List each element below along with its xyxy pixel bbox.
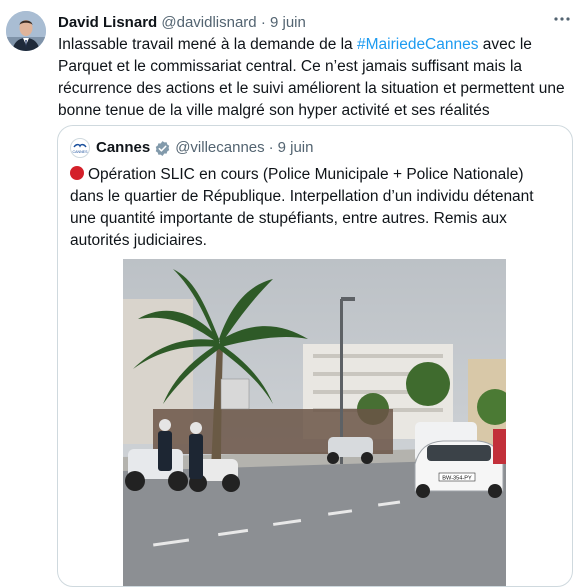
license-plate: BW-354-PY (442, 476, 472, 482)
cannes-logo-icon: CANNES (70, 138, 90, 158)
quoted-avatar[interactable]: CANNES (70, 138, 90, 158)
quoted-header: CANNES Cannes @villecannes · 9 juin (70, 137, 313, 159)
quoted-tweet-photo[interactable]: BW-354-PY (123, 259, 506, 586)
verified-badge-icon[interactable] (154, 140, 171, 157)
quoted-handle[interactable]: @villecannes (175, 137, 264, 159)
author-name[interactable]: David Lisnard (58, 14, 157, 31)
red-circle-icon (70, 166, 84, 180)
quoted-tweet-card[interactable]: CANNES Cannes @villecannes · 9 juin Opér… (57, 125, 573, 587)
avatar-image (6, 11, 46, 51)
street-sign (220, 378, 250, 410)
quoted-separator: · (268, 139, 274, 156)
header-separator: · (260, 14, 266, 31)
quoted-author-name[interactable]: Cannes (96, 137, 150, 159)
more-options-button[interactable] (551, 10, 573, 28)
red-car (493, 429, 506, 464)
tree (406, 362, 450, 406)
white-car: BW-354-PY (414, 440, 504, 498)
author-handle[interactable]: @davidlisnard (161, 14, 256, 31)
author-avatar[interactable] (6, 11, 46, 51)
cannes-logo-text: CANNES (73, 150, 89, 154)
more-horizontal-icon (554, 17, 570, 21)
quoted-text-body: Opération SLIC en cours (Police Municipa… (70, 166, 534, 249)
tweet-text: Inlassable travail mené à la demande de … (58, 34, 574, 122)
quoted-text: Opération SLIC en cours (Police Municipa… (70, 164, 550, 252)
tweet-text-part-1: Inlassable travail mené à la demande de … (58, 36, 357, 53)
tweet-date[interactable]: 9 juin (270, 14, 306, 31)
quoted-date[interactable]: 9 juin (278, 137, 314, 159)
hashtag-link[interactable]: #MairiedeCannes (357, 36, 479, 53)
tweet-header: David Lisnard @davidlisnard · 9 juin (58, 13, 306, 33)
